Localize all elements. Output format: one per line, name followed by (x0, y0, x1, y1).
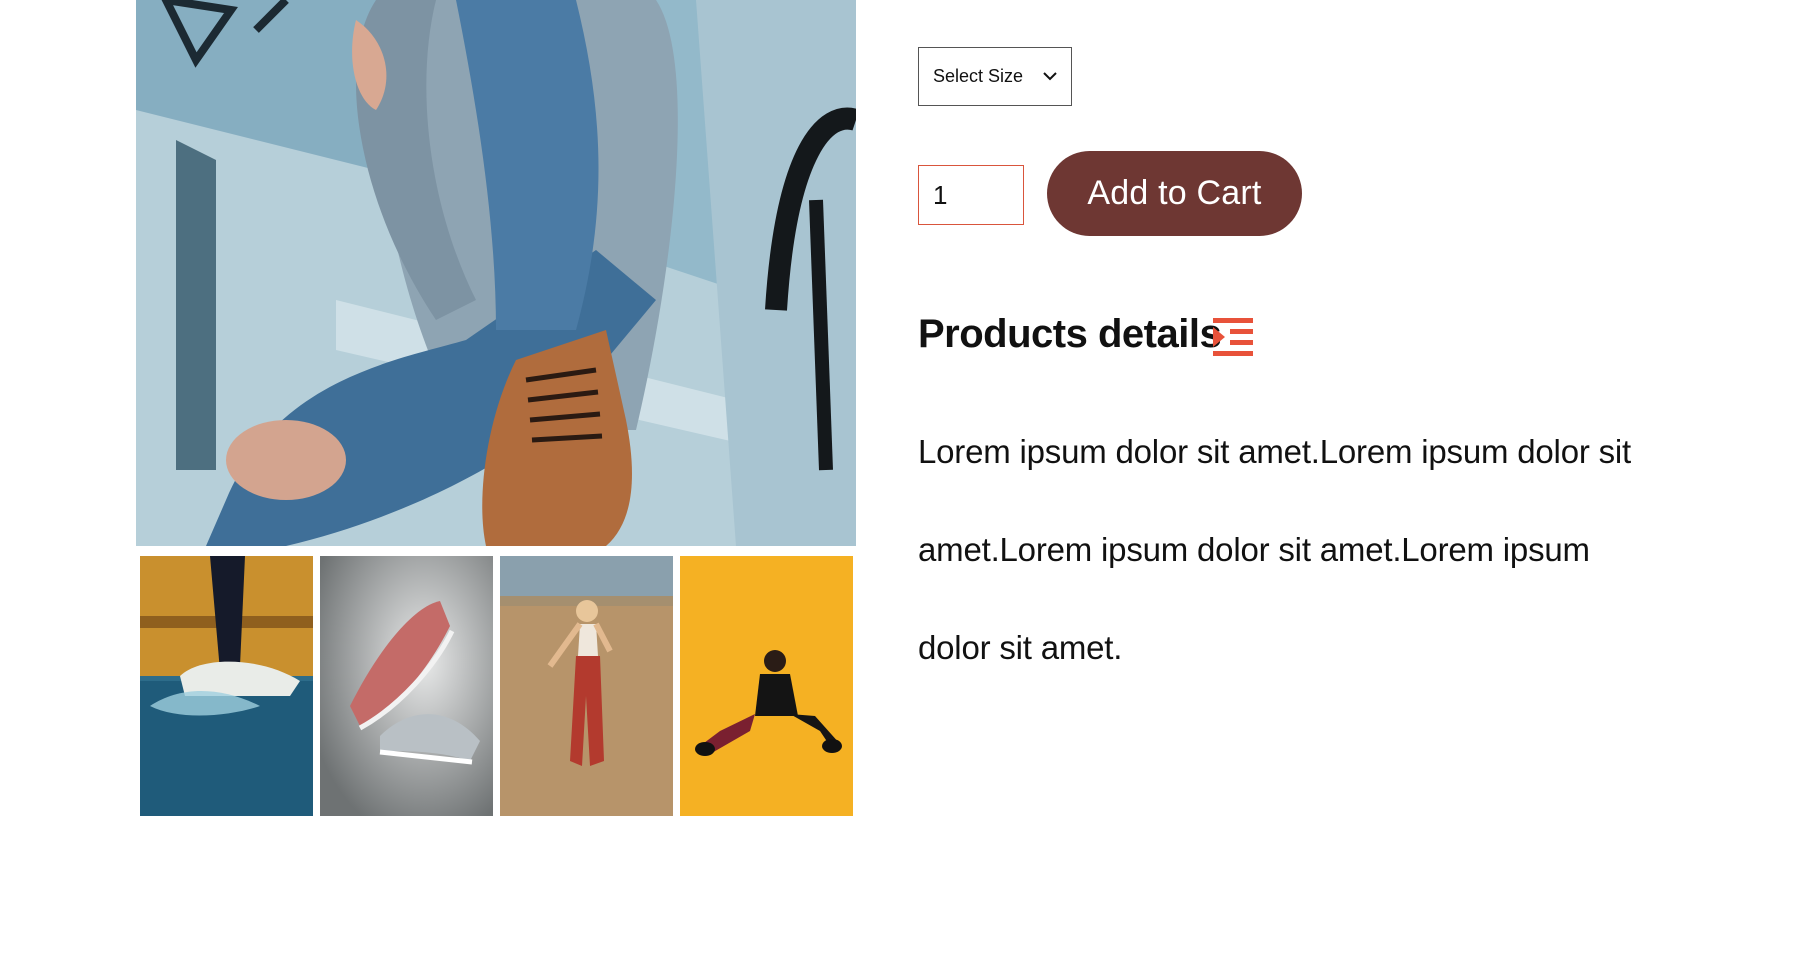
products-details-title: Products details (918, 312, 1222, 356)
indent-list-icon[interactable] (1213, 318, 1253, 356)
thumbnail-1[interactable] (140, 556, 313, 816)
quantity-input[interactable] (918, 165, 1024, 225)
size-select-value: Select Size (933, 66, 1024, 86)
size-select[interactable]: Select Size (918, 47, 1072, 106)
add-to-cart-button[interactable]: Add to Cart (1047, 151, 1302, 236)
thumbnail-gallery (140, 556, 854, 816)
thumbnail-2[interactable] (320, 556, 493, 816)
sneakers-splash-icon (140, 556, 313, 816)
woman-sitting-yellow-icon (680, 556, 853, 816)
pink-grey-sneakers-icon (320, 556, 493, 816)
chevron-down-icon (1043, 69, 1057, 85)
thumbnail-3[interactable] (500, 556, 673, 816)
thumbnail-4[interactable] (680, 556, 853, 816)
woman-walking-desert-icon (500, 556, 673, 816)
main-product-image (136, 0, 856, 546)
product-description: Lorem ipsum dolor sit amet.Lorem ipsum d… (918, 433, 1632, 666)
